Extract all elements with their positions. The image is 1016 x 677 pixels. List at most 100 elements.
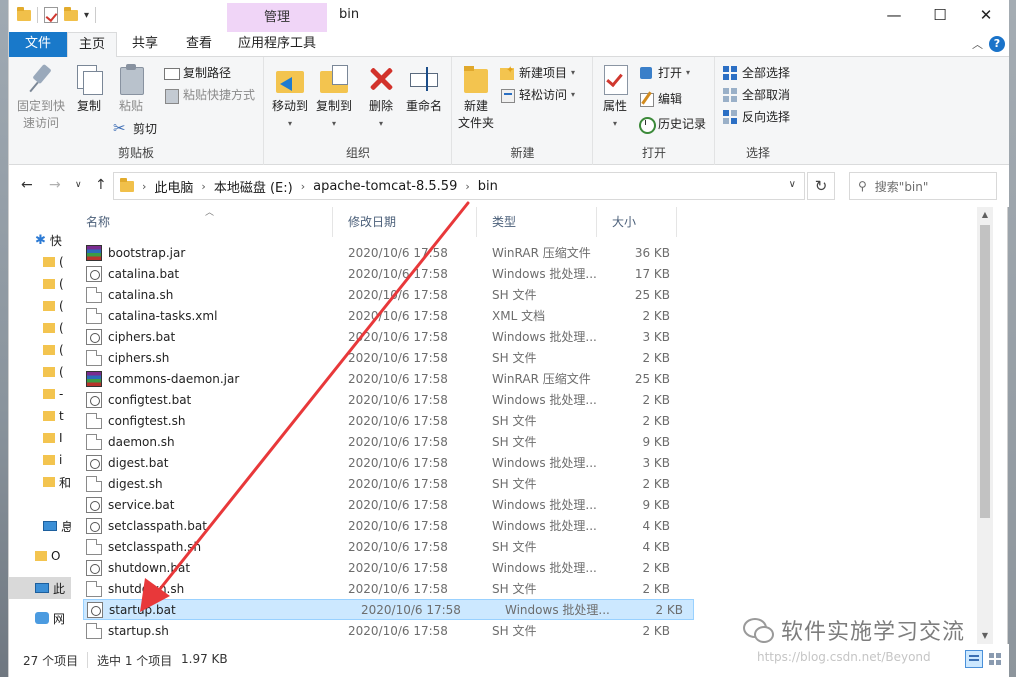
ribbon-collapse-icon[interactable]: ︿ (972, 36, 983, 52)
copy-button[interactable]: 复制 (71, 63, 107, 115)
breadcrumb-chevron-icon[interactable]: › (201, 180, 205, 193)
manage-context-tab[interactable]: 管理 (227, 3, 327, 32)
nav-item[interactable]: - (43, 383, 63, 405)
easy-access-button[interactable]: 轻松访问 ▾ (499, 85, 575, 105)
breadcrumb-tomcat[interactable]: apache-tomcat-8.5.59 (313, 179, 457, 194)
scroll-down-icon[interactable]: ▼ (977, 628, 993, 644)
table-row[interactable]: setclasspath.sh 2020/10/6 17:58 SH 文件 4 KB (71, 536, 993, 557)
select-none-button[interactable]: 全部取消 (722, 85, 790, 105)
nav-item[interactable]: 息 (43, 515, 71, 537)
column-header-size[interactable]: 大小 (597, 207, 677, 237)
nav-item[interactable]: 网 (35, 607, 65, 629)
large-icons-view-icon[interactable] (987, 650, 1005, 668)
pin-quick-access-button[interactable]: 固定到快 速访问 (15, 63, 67, 132)
scroll-up-icon[interactable]: ▲ (977, 207, 993, 223)
select-all-button[interactable]: 全部选择 (722, 63, 790, 83)
details-view-icon[interactable] (965, 650, 983, 668)
rename-button[interactable]: 重命名 (401, 63, 447, 115)
table-row[interactable]: bootstrap.jar 2020/10/6 17:58 WinRAR 压缩文件 3… (71, 242, 993, 263)
scrollbar-thumb[interactable] (980, 225, 990, 518)
properties-check-icon[interactable] (44, 7, 58, 23)
tab-app-tools[interactable]: 应用程序工具 (227, 32, 327, 57)
up-arrow-icon[interactable]: ↑ (95, 177, 107, 193)
vertical-scrollbar[interactable]: ▲ ▼ (977, 207, 993, 644)
breadcrumb-chevron-icon[interactable]: › (301, 180, 305, 193)
new-folder-icon[interactable] (64, 6, 78, 21)
tab-view[interactable]: 查看 (173, 32, 225, 57)
copy-path-button[interactable]: 复制路径 (163, 63, 231, 83)
new-folder-button[interactable]: 新建 文件夹 (457, 63, 495, 132)
column-header-date[interactable]: 修改日期 (333, 207, 477, 237)
column-header-type[interactable]: 类型 (477, 207, 597, 237)
recent-locations-icon[interactable]: ∨ (75, 180, 82, 190)
invert-selection-button[interactable]: 反向选择 (722, 107, 790, 127)
paste-button[interactable]: 粘贴 (113, 63, 149, 115)
table-row[interactable]: shutdown.bat 2020/10/6 17:58 Windows 批处理..… (71, 557, 993, 578)
nav-item[interactable]: t (43, 405, 64, 427)
tab-file[interactable]: 文件 (9, 32, 67, 57)
properties-button[interactable]: 属性 ▾ (598, 63, 632, 132)
table-row[interactable]: shutdown.sh 2020/10/6 17:58 SH 文件 2 KB (71, 578, 993, 599)
address-dropdown-icon[interactable]: ∨ (789, 179, 796, 190)
nav-item[interactable]: ( (43, 295, 64, 317)
nav-item[interactable]: ( (43, 361, 64, 383)
column-header-name[interactable]: ︿ 名称 (71, 207, 333, 237)
breadcrumb-drive-e[interactable]: 本地磁盘 (E:) (214, 177, 293, 196)
organize-group-label: 组织 (345, 146, 370, 160)
file-size: 4 KB (642, 518, 670, 533)
table-row[interactable]: digest.bat 2020/10/6 17:58 Windows 批处理... 3… (71, 452, 993, 473)
new-item-button[interactable]: 新建项目 ▾ (499, 61, 575, 83)
cut-button[interactable]: 剪切 (113, 118, 157, 139)
table-row[interactable]: ciphers.bat 2020/10/6 17:58 Windows 批处理...… (71, 326, 993, 347)
tab-share[interactable]: 共享 (119, 32, 171, 57)
breadcrumb-chevron-icon: › (142, 179, 147, 193)
address-bar[interactable]: › 此电脑 › 本地磁盘 (E:) › apache-tomcat-8.5.59… (113, 172, 805, 200)
forward-arrow-icon[interactable]: → (49, 177, 61, 193)
nav-item[interactable]: O (35, 545, 60, 567)
table-row[interactable]: configtest.sh 2020/10/6 17:58 SH 文件 2 KB (71, 410, 993, 431)
table-row[interactable]: setclasspath.bat 2020/10/6 17:58 Windows 批… (71, 515, 993, 536)
nav-item[interactable]: ( (43, 339, 64, 361)
history-button[interactable]: 历史记录 (638, 114, 706, 134)
minimize-button[interactable]: — (871, 0, 917, 32)
table-row[interactable]: ciphers.sh 2020/10/6 17:58 SH 文件 2 KB (71, 347, 993, 368)
paste-shortcut-button[interactable]: 粘贴快捷方式 (163, 85, 255, 105)
nav-item[interactable]: ( (43, 317, 64, 339)
edit-button[interactable]: 编辑 (638, 89, 682, 109)
table-row[interactable]: daemon.sh 2020/10/6 17:58 SH 文件 9 KB (71, 431, 993, 452)
nav-item[interactable]: i (43, 449, 62, 471)
bat-file-icon (86, 454, 102, 471)
table-row[interactable]: catalina.sh 2020/10/6 17:58 SH 文件 25 KB (71, 284, 993, 305)
breadcrumb-this-pc[interactable]: 此电脑 (154, 177, 193, 196)
copy-to-button[interactable]: 复制到 ▾ (313, 63, 355, 132)
delete-button[interactable]: 删除 ▾ (363, 63, 399, 132)
breadcrumb-chevron-icon[interactable]: › (465, 180, 469, 193)
table-row[interactable]: startup.bat 2020/10/6 17:58 Windows 批处理...… (83, 599, 694, 620)
table-row[interactable]: digest.sh 2020/10/6 17:58 SH 文件 2 KB (71, 473, 993, 494)
file-date: 2020/10/6 17:58 (348, 245, 448, 260)
table-row[interactable]: commons-daemon.jar 2020/10/6 17:58 WinRAR … (71, 368, 993, 389)
breadcrumb-bin[interactable]: bin (478, 179, 498, 194)
table-row[interactable]: catalina.bat 2020/10/6 17:58 Windows 批处理..… (71, 263, 993, 284)
table-row[interactable]: service.bat 2020/10/6 17:58 Windows 批处理...… (71, 494, 993, 515)
nav-item[interactable]: I (43, 427, 63, 449)
maximize-button[interactable]: ☐ (917, 0, 963, 32)
nav-item[interactable]: 和 (43, 471, 71, 493)
column-name-label: 名称 (86, 215, 111, 229)
open-button[interactable]: 打开 ▾ (638, 63, 690, 83)
search-input[interactable]: ⚲ 搜索"bin" (849, 172, 997, 200)
back-arrow-icon[interactable]: ← (21, 177, 33, 193)
refresh-icon[interactable]: ↻ (807, 172, 835, 200)
move-to-button[interactable]: 移动到 ▾ (269, 63, 311, 132)
nav-item[interactable]: ( (43, 251, 64, 273)
help-icon[interactable]: ? (989, 36, 1005, 52)
nav-item[interactable]: ✱ 快 (35, 229, 62, 251)
qat-dropdown-icon[interactable]: ▾ (84, 10, 89, 21)
open-group: 属性 ▾ 打开 ▾ 编辑 历史记录 打开 (594, 57, 715, 165)
table-row[interactable]: catalina-tasks.xml 2020/10/6 17:58 XML 文档 2… (71, 305, 993, 326)
table-row[interactable]: configtest.bat 2020/10/6 17:58 Windows 批处理… (71, 389, 993, 410)
close-button[interactable]: ✕ (963, 0, 1009, 32)
nav-item[interactable]: 此 (9, 577, 71, 599)
nav-item[interactable]: ( (43, 273, 64, 295)
tab-home[interactable]: 主页 (67, 32, 117, 58)
